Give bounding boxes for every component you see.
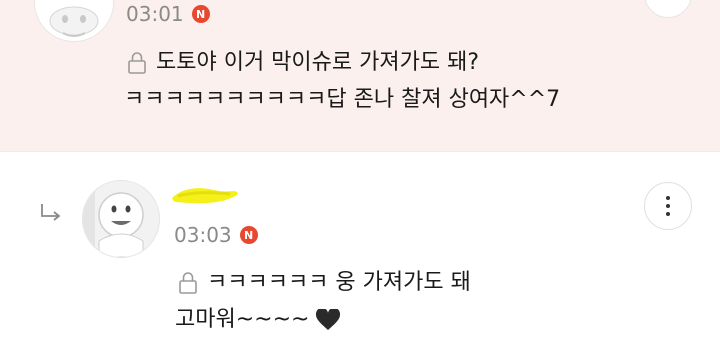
new-badge: N (191, 5, 210, 23)
time-text: 03:03 (174, 223, 232, 247)
comment-text-line2: ㅋㅋㅋㅋㅋㅋㅋㅋㅋㅋ답 존나 찰져 상여자^^7 (124, 87, 561, 112)
lock-icon (128, 51, 146, 74)
more-dot-icon (666, 196, 670, 200)
reply-arrow-icon (41, 204, 61, 221)
more-options-button[interactable] (644, 182, 692, 230)
more-dot-icon (666, 212, 670, 216)
avatar-character-icon (83, 181, 159, 257)
lock-icon (179, 271, 197, 294)
time-text: 03:01 (126, 2, 184, 26)
nickname-redacted (172, 188, 238, 204)
comment-time: 03:01 N (126, 2, 210, 26)
comment-top: 03:01 N 도토야 이거 막이슈로 가져가도 돼? ㅋㅋㅋㅋㅋㅋㅋㅋㅋㅋ답 … (0, 0, 720, 151)
reply-text-line1: ㅋㅋㅋㅋㅋㅋ 웅 가져가도 돼 (207, 270, 471, 295)
more-options-button-top[interactable] (644, 0, 692, 18)
avatar[interactable] (82, 180, 160, 258)
black-heart-icon (316, 308, 341, 330)
more-dot-icon (666, 204, 670, 208)
reply-time: 03:03 N (174, 223, 258, 247)
reply-body: ㅋㅋㅋㅋㅋㅋ 웅 가져가도 돼 고마워~~~~ (175, 264, 471, 338)
comment-text-line1: 도토야 이거 막이슈로 가져가도 돼? (156, 50, 480, 75)
avatar-character-icon (35, 0, 113, 41)
comment-body: 도토야 이거 막이슈로 가져가도 돼? ㅋㅋㅋㅋㅋㅋㅋㅋㅋㅋ답 존나 찰져 상여… (124, 44, 560, 118)
reply-text-line2: 고마워~~~~ (175, 307, 310, 332)
new-badge: N (239, 226, 258, 244)
avatar[interactable] (34, 0, 114, 42)
